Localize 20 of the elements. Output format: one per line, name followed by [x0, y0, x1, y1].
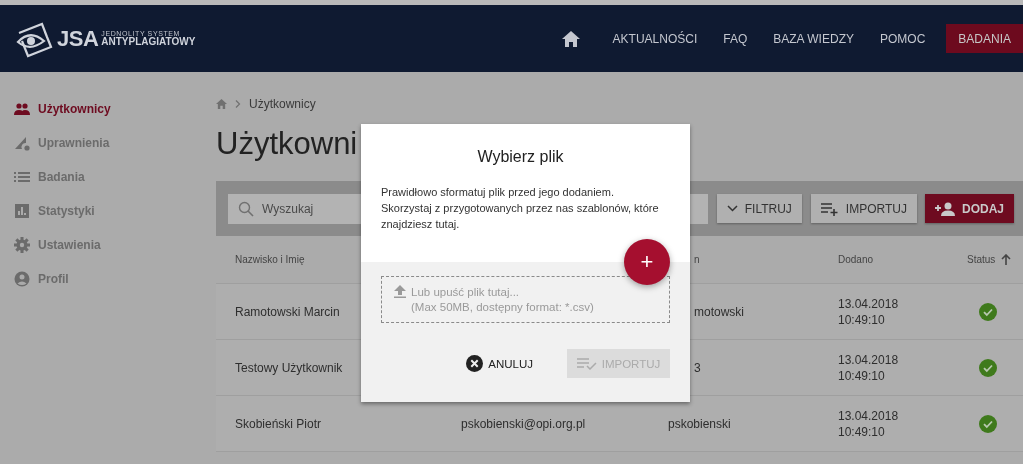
table-cell-text: 13.04.2018	[838, 295, 900, 312]
table-cell-text: 13.04.2018	[838, 351, 900, 368]
dialog-description: Prawidłowo sformatuj plik przed jego dodaniem. Skorzystaj z przygotowanych przez nas szablonów, które znajdziesz tutaj.	[381, 185, 660, 232]
table-cell-text: 10:49:10	[838, 367, 886, 384]
table-cell: 3	[694, 360, 701, 375]
table-cell: Testowy Użytkownik	[235, 360, 343, 375]
drop-hint: Lub upuść plik tutaj...	[411, 285, 521, 300]
table-cell-text: 10:49:10	[838, 311, 886, 328]
table-cell: Skobieński Piotr	[235, 416, 322, 431]
dialog-title: Wybierz plik	[476, 148, 565, 166]
logo-text: JSA	[57, 25, 99, 52]
table-cell-text: 10:49:10	[838, 423, 886, 440]
table-cell-text: 13.04.2018	[838, 407, 900, 424]
table-cell: Ramotowski Marcin	[235, 304, 340, 319]
table-cell: pskobienski@opi.org.pl	[461, 416, 586, 431]
table-cell: motowski	[694, 304, 744, 319]
drop-limits: (Max 50MB, dostępny format: *.csv)	[411, 300, 594, 315]
page-title: Użytkowni	[216, 125, 358, 163]
table-cell: pskobienski	[668, 416, 731, 431]
logo-title: ANTYPLAGIATOWY	[101, 37, 196, 47]
